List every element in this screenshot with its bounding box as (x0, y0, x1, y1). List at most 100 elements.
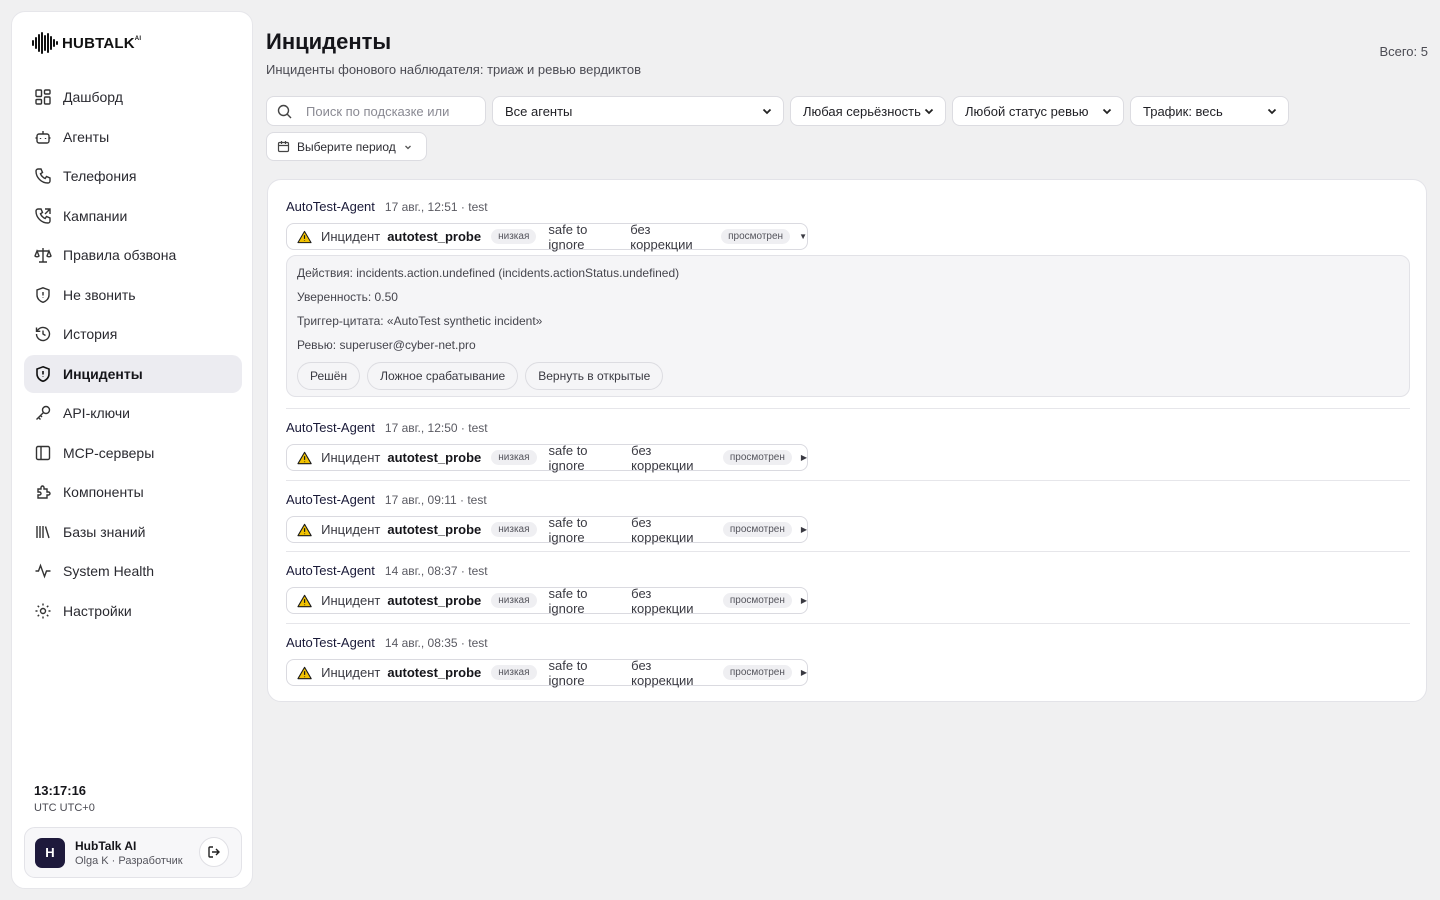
incident-code: autotest_probe (387, 593, 482, 608)
correction-label: без коррекции (631, 657, 694, 688)
total-count: Всего: 5 (1379, 44, 1428, 59)
incident-meta: 14 авг., 08:35 · test (384, 636, 488, 650)
sidebar-item-system-health[interactable]: System Health (24, 552, 242, 590)
sidebar-item-label: Кампании (63, 207, 128, 224)
incident-list: AutoTest-Agent 17 авг., 12:51 · test Инц… (267, 179, 1427, 702)
sidebar: HUBTALKAI Дашборд Агенты Телефония Кампа… (11, 11, 253, 889)
scale-icon (34, 248, 52, 263)
search-field[interactable] (266, 96, 486, 126)
incident-code: autotest_probe (387, 522, 482, 537)
user-role: Olga K · Разработчик (75, 854, 183, 867)
user-name: HubTalk AI (75, 838, 137, 853)
soundwave-logo-icon (32, 32, 58, 54)
sidebar-item-label: Агенты (63, 128, 110, 145)
severity-filter-select[interactable]: Любая серьёзность (790, 96, 946, 126)
caret-right-icon: ▶ (800, 525, 807, 534)
false-positive-button[interactable]: Ложное срабатывание (367, 362, 519, 390)
sidebar-item-dashboard[interactable]: Дашборд (24, 78, 242, 116)
verdict-label: safe to ignore (548, 442, 588, 473)
sidebar-item-label: Дашборд (63, 89, 123, 105)
sidebar-item-api-keys[interactable]: API-ключи (24, 394, 242, 432)
logout-icon (208, 846, 220, 858)
sidebar-item-label: API-ключи (63, 405, 130, 421)
sidebar-item-components[interactable]: Компоненты (24, 473, 242, 511)
incident-code: autotest_probe (387, 665, 482, 680)
correction-label: без коррекции (631, 442, 694, 473)
incident-summary-toggle[interactable]: Инцидент autotest_probe низкая safe to i… (286, 657, 808, 688)
review-filter-select[interactable]: Любой статус ревью (952, 96, 1124, 126)
sidebar-item-label: История (63, 326, 118, 342)
severity-badge: низкая (491, 593, 537, 608)
warning-icon (297, 230, 312, 243)
user-card[interactable]: H HubTalk AI Olga K · Разработчик (24, 827, 242, 878)
search-input[interactable] (306, 103, 456, 119)
sidebar-item-campaigns[interactable]: Кампании (24, 197, 242, 235)
activity-icon (35, 563, 51, 579)
sidebar-item-incidents[interactable]: Инциденты (24, 354, 242, 393)
incident-item: AutoTest-Agent 14 авг., 08:35 · test Инц… (286, 635, 1410, 688)
period-label: Выберите период (297, 139, 396, 154)
divider (286, 551, 1410, 552)
incident-item: AutoTest-Agent 14 авг., 08:37 · test Инц… (286, 563, 1410, 616)
agent-filter-select[interactable]: Все агенты (492, 96, 784, 126)
correction-label: без коррекции (630, 221, 693, 252)
incident-summary-toggle[interactable]: Инцидент autotest_probe низкая safe to i… (286, 442, 808, 473)
review-filter-value: Любой статус ревью (965, 103, 1089, 119)
incident-code: autotest_probe (387, 450, 482, 465)
chevron-down-icon (924, 108, 934, 115)
detail-reviewer: Ревью: superuser@cyber-net.pro (297, 338, 476, 352)
agent-filter-value: Все агенты (505, 103, 573, 119)
page-subtitle: Инциденты фонового наблюдателя: триаж и … (266, 62, 641, 77)
divider (286, 480, 1410, 481)
sidebar-item-label: Компоненты (63, 484, 144, 500)
verdict-label: safe to ignore (548, 221, 588, 252)
page-title: Инциденты (266, 29, 392, 54)
calendar-icon (277, 141, 290, 153)
chevron-down-icon (1102, 108, 1112, 115)
incident-summary-toggle[interactable]: Инцидент autotest_probe низкая safe to i… (286, 515, 808, 545)
period-picker-button[interactable]: Выберите период (266, 132, 427, 161)
review-status-badge: просмотрен (722, 450, 792, 465)
sidebar-item-knowledge-bases[interactable]: Базы знаний (24, 513, 242, 551)
incident-kind: Инцидент (321, 665, 381, 680)
incident-kind: Инцидент (321, 522, 381, 537)
sidebar-item-agents[interactable]: Агенты (24, 118, 242, 156)
sidebar-item-settings[interactable]: Настройки (24, 592, 242, 630)
brand-suffix: AI (134, 35, 142, 42)
traffic-filter-select[interactable]: Трафик: весь (1130, 96, 1289, 126)
divider (286, 623, 1410, 624)
logout-button[interactable] (199, 837, 229, 867)
incident-item: AutoTest-Agent 17 авг., 12:51 · test Инц… (286, 199, 1410, 397)
puzzle-icon (37, 485, 51, 499)
brand-logo[interactable]: HUBTALKAI (32, 32, 141, 54)
search-icon (277, 104, 292, 118)
clock-timezone: UTC UTC+0 (34, 802, 95, 814)
sidebar-item-mcp-servers[interactable]: MCP-серверы (24, 434, 242, 472)
sidebar-item-label: System Health (63, 563, 155, 579)
sidebar-item-do-not-call[interactable]: Не звонить (24, 276, 242, 314)
incident-summary-toggle[interactable]: Инцидент autotest_probe низкая safe to i… (286, 221, 808, 252)
incident-agent: AutoTest-Agent (286, 563, 375, 578)
incident-kind: Инцидент (321, 229, 381, 244)
divider (286, 408, 1410, 409)
reopen-button[interactable]: Вернуть в открытые (525, 362, 664, 390)
incident-summary-toggle[interactable]: Инцидент autotest_probe низкая safe to i… (286, 585, 808, 616)
clock-time: 13:17:16 (34, 783, 87, 798)
panel-icon (35, 445, 51, 460)
correction-label: без коррекции (631, 585, 694, 616)
sidebar-item-dial-rules[interactable]: Правила обзвона (24, 236, 242, 274)
review-status-badge: просмотрен (722, 665, 792, 680)
incident-agent: AutoTest-Agent (286, 420, 375, 435)
key-icon (36, 405, 51, 420)
resolved-button[interactable]: Решён (297, 362, 361, 390)
sidebar-item-telephony[interactable]: Телефония (24, 157, 242, 195)
incident-item: AutoTest-Agent 17 авг., 12:50 · test Инц… (286, 420, 1410, 473)
chevron-down-icon (1267, 108, 1277, 115)
incident-details: Действия: incidents.action.undefined (in… (286, 255, 1410, 397)
incident-meta: 17 авг., 12:50 · test (384, 421, 488, 435)
incident-agent: AutoTest-Agent (286, 635, 375, 650)
sidebar-item-label: Базы знаний (63, 523, 146, 540)
sidebar-item-history[interactable]: История (24, 315, 242, 353)
caret-down-icon: ▼ (799, 232, 807, 241)
avatar: H (35, 837, 65, 868)
